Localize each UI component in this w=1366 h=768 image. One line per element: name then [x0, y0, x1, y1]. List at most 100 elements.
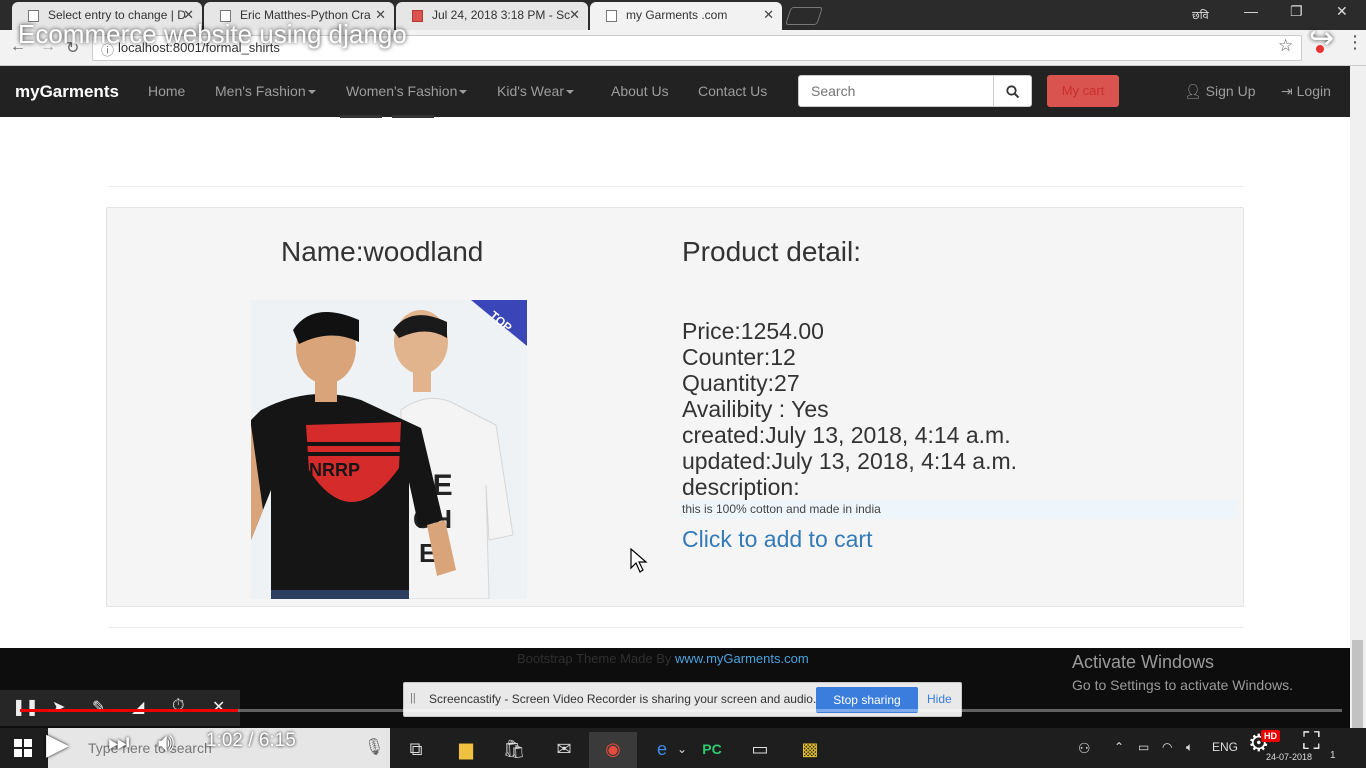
- recording-indicator-icon: [1316, 45, 1324, 53]
- video-progress-fill: [20, 709, 239, 712]
- mail-icon[interactable]: ✉: [540, 732, 588, 768]
- hd-badge: HD: [1261, 730, 1280, 742]
- tab-title: my Garments .com: [626, 8, 728, 22]
- product-quantity: Quantity:27: [682, 370, 800, 396]
- nav-label: Kid's Wear: [497, 83, 564, 99]
- windows-start-icon[interactable]: [14, 739, 32, 757]
- browser-menu-icon[interactable]: ⋮: [1346, 33, 1364, 51]
- hide-button[interactable]: Hide: [927, 692, 952, 706]
- activate-windows-subtitle: Go to Settings to activate Windows.: [1072, 677, 1293, 693]
- video-title: Ecommerce website using django: [18, 19, 407, 49]
- search-button[interactable]: [993, 75, 1032, 107]
- drag-handle-icon[interactable]: ||: [410, 692, 416, 704]
- product-name: Name:woodland: [281, 236, 484, 267]
- nav-label: Women's Fashion: [346, 83, 458, 99]
- tray-chevron-icon[interactable]: ⌃: [1114, 740, 1124, 754]
- signup-link[interactable]: 👤︎ Sign Up: [1184, 83, 1255, 100]
- nav-mens-fashion[interactable]: Men's Fashion: [215, 83, 316, 99]
- nav-womens-fashion[interactable]: Women's Fashion: [346, 83, 468, 99]
- screencastify-message: Screencastify - Screen Video Recorder is…: [429, 692, 817, 706]
- product-detail-heading: Product detail:: [682, 236, 861, 267]
- activate-windows-title: Activate Windows: [1072, 652, 1215, 672]
- nav-contact-us[interactable]: Contact Us: [698, 83, 767, 99]
- restore-icon[interactable]: ❐: [1290, 3, 1303, 20]
- caret-down-icon: [566, 90, 574, 95]
- notification-count[interactable]: 1: [1330, 750, 1336, 761]
- login-label: Login: [1296, 83, 1331, 99]
- task-view-icon[interactable]: ⧉: [392, 732, 440, 768]
- minimize-icon[interactable]: —: [1244, 3, 1258, 19]
- search-icon: [1005, 85, 1019, 99]
- close-window-icon[interactable]: ✕: [1336, 3, 1348, 20]
- speaker-icon[interactable]: 🔈︎: [1186, 740, 1193, 755]
- video-time: 1:02 / 6:15: [206, 730, 296, 751]
- browser-tab[interactable]: Jul 24, 2018 3:18 PM - Sc ✕: [396, 2, 588, 30]
- login-link[interactable]: ⇥ Login: [1281, 83, 1331, 100]
- page-favicon-icon: [606, 10, 617, 22]
- close-toolbar-icon[interactable]: ✕: [212, 697, 225, 717]
- new-tab-button[interactable]: [785, 7, 823, 25]
- caret-down-icon: [307, 90, 316, 95]
- search-input[interactable]: [798, 75, 994, 107]
- my-cart-button[interactable]: My cart: [1047, 75, 1119, 107]
- close-tab-icon[interactable]: ✕: [569, 2, 580, 28]
- browser-tab-active[interactable]: my Garments .com ✕: [590, 2, 782, 30]
- bookmark-star-icon[interactable]: ☆: [1278, 36, 1293, 56]
- footer-text: Bootstrap Theme Made By: [517, 651, 672, 666]
- chrome-icon[interactable]: ◉: [589, 732, 637, 768]
- signup-label: Sign Up: [1205, 83, 1256, 99]
- volume-icon[interactable]: 🔊︎: [158, 727, 174, 759]
- footer-link[interactable]: www.myGarments.com: [675, 651, 809, 666]
- product-description-label: description:: [682, 474, 800, 500]
- login-icon: ⇥: [1281, 83, 1293, 99]
- pen-icon[interactable]: ✎: [92, 697, 105, 717]
- timer-icon[interactable]: ⏱: [172, 697, 184, 715]
- exit-fullscreen-icon[interactable]: ⛶: [1303, 728, 1320, 756]
- mouse-cursor-icon: [630, 548, 648, 573]
- user-icon: 👤︎: [1184, 83, 1202, 99]
- nav-home[interactable]: Home: [148, 83, 185, 99]
- site-navbar: myGarments Home Men's Fashion Women's Fa…: [0, 66, 1350, 117]
- divider: [108, 627, 1244, 628]
- svg-text:NRRP: NRRP: [309, 460, 360, 480]
- battery-icon[interactable]: ▭: [1138, 740, 1149, 754]
- sticky-app-icon[interactable]: ▩: [786, 732, 834, 768]
- tshirt-photo-icon: DE GH E! NRRP TOP: [251, 300, 527, 599]
- product-price: Price:1254.00: [682, 318, 824, 344]
- play-icon[interactable]: ▶: [46, 727, 69, 762]
- nav-kids-wear[interactable]: Kid's Wear: [497, 83, 574, 99]
- close-tab-icon[interactable]: ✕: [763, 2, 774, 28]
- language-indicator[interactable]: ENG: [1212, 740, 1238, 754]
- file-explorer-icon[interactable]: ▆: [442, 732, 490, 768]
- caret-down-icon: [459, 90, 468, 95]
- product-availability: Availibity : Yes: [682, 396, 829, 422]
- scrollbar-thumb[interactable]: [1352, 640, 1363, 730]
- microphone-icon[interactable]: 🎙︎: [364, 737, 384, 757]
- product-description: this is 100% cotton and made in india: [680, 500, 1238, 519]
- store-icon[interactable]: 🛍︎: [490, 732, 538, 768]
- taskbar-search-input[interactable]: Type here to search: [88, 740, 212, 756]
- product-updated: updated:July 13, 2018, 4:14 a.m.: [682, 448, 1018, 474]
- pause-icon[interactable]: ❚❚: [12, 697, 39, 717]
- decorative-stub: [340, 115, 382, 118]
- brand-logo[interactable]: myGarments: [15, 82, 119, 102]
- people-icon[interactable]: ⚇: [1078, 740, 1091, 757]
- nav-about-us[interactable]: About Us: [611, 83, 669, 99]
- nav-label: Men's Fashion: [215, 83, 306, 99]
- screen: { "browser": { "tabs": [ {"title": "Sele…: [0, 0, 1366, 768]
- pycharm-icon[interactable]: PC: [688, 732, 736, 768]
- pointer-icon[interactable]: ➤: [52, 697, 65, 717]
- recording-favicon-icon: [412, 10, 423, 22]
- page-scrollbar[interactable]: [1350, 66, 1366, 728]
- add-to-cart-link[interactable]: Click to add to cart: [682, 526, 872, 553]
- wifi-icon[interactable]: ◠: [1162, 740, 1172, 754]
- decorative-stub: [392, 115, 434, 118]
- tab-title: Jul 24, 2018 3:18 PM - Sc: [432, 8, 571, 22]
- product-created: created:July 13, 2018, 4:14 a.m.: [682, 422, 1011, 448]
- divider: [108, 186, 1244, 187]
- footer-credit: Bootstrap Theme Made By www.myGarments.c…: [517, 651, 809, 666]
- eraser-icon[interactable]: ◢: [132, 697, 144, 717]
- next-video-icon[interactable]: ⏭: [108, 729, 130, 757]
- profile-name[interactable]: छवि: [1192, 8, 1209, 23]
- terminal-icon[interactable]: ▭: [736, 732, 784, 768]
